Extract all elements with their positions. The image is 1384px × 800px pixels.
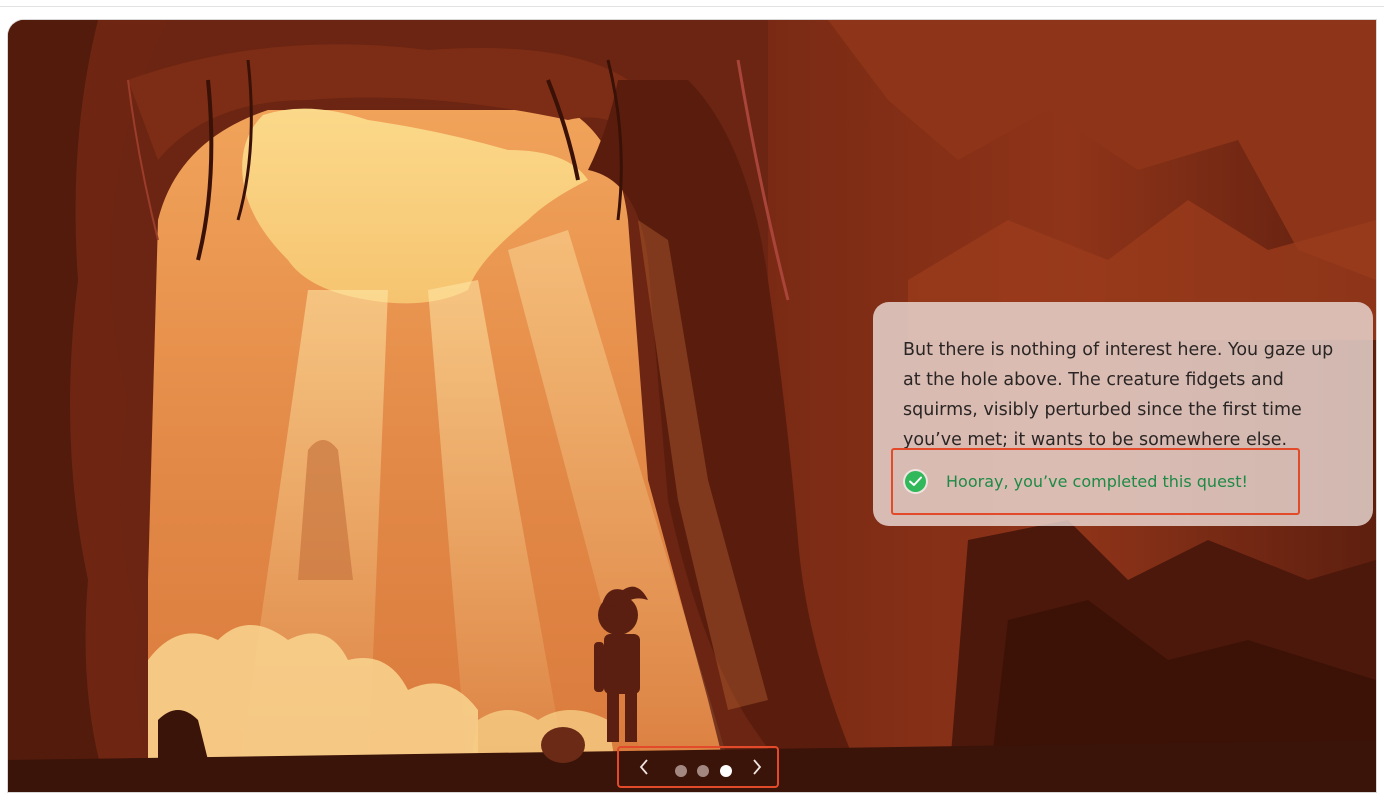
carousel-next-button[interactable] — [746, 756, 768, 778]
carousel-dot-3[interactable] — [720, 765, 732, 777]
story-text: But there is nothing of interest here. Y… — [903, 340, 1334, 450]
quest-complete-banner: Hooray, you’ve completed this quest! — [891, 448, 1300, 515]
carousel-prev-button[interactable] — [633, 756, 655, 778]
browser-top-edge — [0, 0, 1384, 7]
carousel-pager — [617, 746, 779, 788]
quest-status-text: Hooray, you’ve completed this quest! — [946, 472, 1248, 491]
carousel-dot-1[interactable] — [675, 765, 687, 777]
chevron-left-icon — [639, 759, 648, 775]
carousel-dot-2[interactable] — [697, 765, 709, 777]
game-viewport: But there is nothing of interest here. Y… — [8, 20, 1376, 792]
chevron-right-icon — [753, 759, 762, 775]
story-card: But there is nothing of interest here. Y… — [873, 302, 1373, 526]
check-circle-icon — [905, 471, 926, 492]
